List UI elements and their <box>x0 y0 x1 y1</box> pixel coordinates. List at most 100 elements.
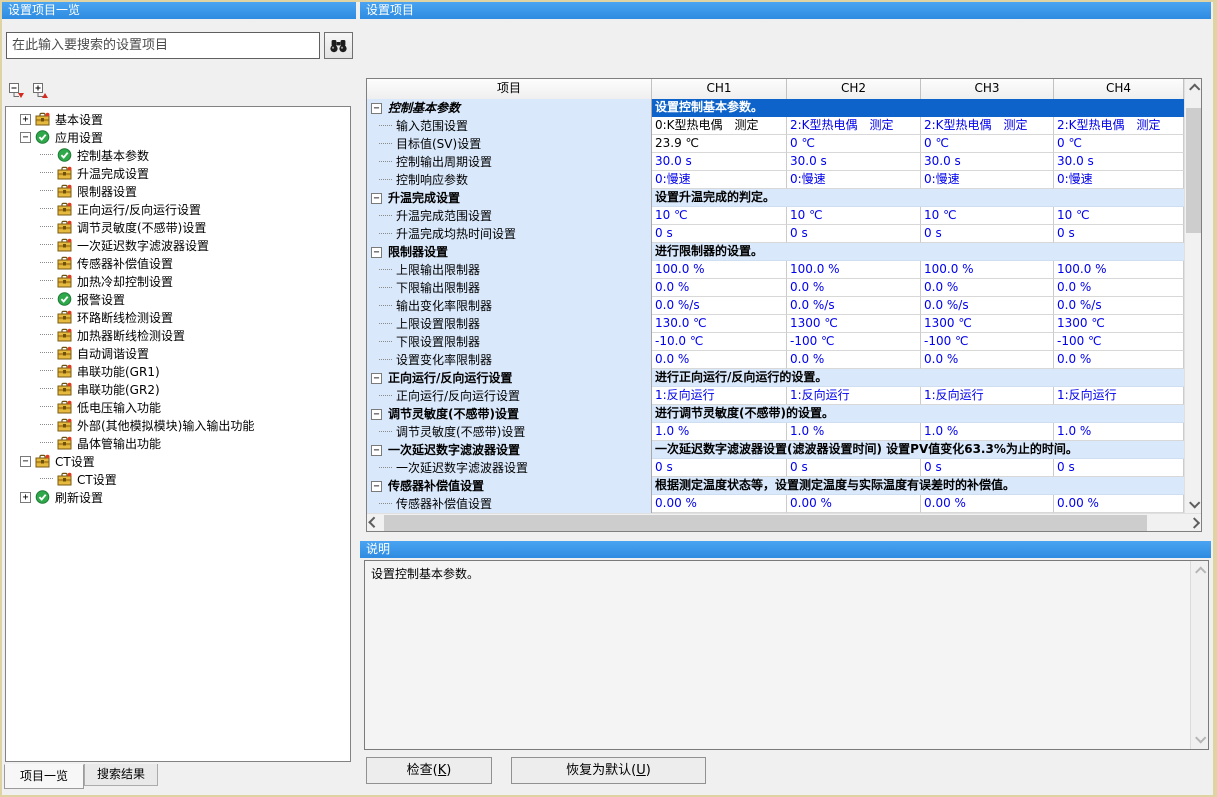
expander-icon[interactable]: − <box>20 456 31 467</box>
tree-item[interactable]: 一次延迟数字滤波器设置 <box>40 236 350 254</box>
value-cell-ch4[interactable]: 0:慢速 <box>1054 171 1184 189</box>
collapse-icon[interactable]: − <box>371 373 382 384</box>
item-label-cell[interactable]: 升温完成均热时间设置 <box>367 225 652 243</box>
value-cell-ch3[interactable]: 0.0 % <box>921 279 1054 297</box>
collapse-icon[interactable]: − <box>371 103 382 114</box>
tree-item[interactable]: +基本设置 <box>20 110 350 128</box>
value-cell-ch4[interactable]: 0 s <box>1054 225 1184 243</box>
value-cell-ch3[interactable]: 1300 ℃ <box>921 315 1054 333</box>
value-cell-ch3[interactable]: 0.0 %/s <box>921 297 1054 315</box>
column-header-ch1[interactable]: CH1 <box>652 79 787 99</box>
tree-item[interactable]: 报警设置 <box>40 290 350 308</box>
value-cell-ch3[interactable]: 10 ℃ <box>921 207 1054 225</box>
tree-item[interactable]: 调节灵敏度(不感带)设置 <box>40 218 350 236</box>
tree-item[interactable]: 环路断线检测设置 <box>40 308 350 326</box>
tree-item[interactable]: 外部(其他模拟模块)输入输出功能 <box>40 416 350 434</box>
group-description-cell[interactable]: 设置升温完成的判定。 <box>652 189 1184 207</box>
expand-all-button[interactable] <box>31 82 53 100</box>
value-cell-ch1[interactable]: 0.0 %/s <box>652 297 787 315</box>
value-cell-ch2[interactable]: 0.0 % <box>787 351 921 369</box>
collapse-icon[interactable]: − <box>371 193 382 204</box>
value-cell-ch3[interactable]: 1:反向运行 <box>921 387 1054 405</box>
expander-icon[interactable]: + <box>20 492 31 503</box>
table-horizontal-scrollbar[interactable] <box>367 513 1201 532</box>
tree-item[interactable]: 加热器断线检测设置 <box>40 326 350 344</box>
value-cell-ch2[interactable]: 0.0 %/s <box>787 297 921 315</box>
description-scroll-down[interactable] <box>1191 732 1208 748</box>
item-label-cell[interactable]: 传感器补偿值设置 <box>367 495 652 513</box>
column-header-ch4[interactable]: CH4 <box>1054 79 1184 99</box>
value-cell-ch1[interactable]: 130.0 ℃ <box>652 315 787 333</box>
scroll-down-arrow[interactable] <box>1185 497 1202 513</box>
value-cell-ch1[interactable]: 10 ℃ <box>652 207 787 225</box>
value-cell-ch4[interactable]: 0.0 % <box>1054 351 1184 369</box>
value-cell-ch4[interactable]: 0 s <box>1054 459 1184 477</box>
value-cell-ch1[interactable]: 100.0 % <box>652 261 787 279</box>
tree-item[interactable]: 控制基本参数 <box>40 146 350 164</box>
value-cell-ch3[interactable]: 30.0 s <box>921 153 1054 171</box>
item-label-cell[interactable]: 控制响应参数 <box>367 171 652 189</box>
group-label-cell[interactable]: −传感器补偿值设置 <box>367 477 652 495</box>
item-label-cell[interactable]: 一次延迟数字滤波器设置 <box>367 459 652 477</box>
value-cell-ch4[interactable]: 0.0 % <box>1054 279 1184 297</box>
item-label-cell[interactable]: 正向运行/反向运行设置 <box>367 387 652 405</box>
group-label-cell[interactable]: −升温完成设置 <box>367 189 652 207</box>
item-label-cell[interactable]: 下限设置限制器 <box>367 333 652 351</box>
value-cell-ch2[interactable]: 1300 ℃ <box>787 315 921 333</box>
group-description-cell[interactable]: 进行调节灵敏度(不感带)的设置。 <box>652 405 1184 423</box>
group-description-cell[interactable]: 进行限制器的设置。 <box>652 243 1184 261</box>
value-cell-ch4[interactable]: -100 ℃ <box>1054 333 1184 351</box>
table-vertical-scrollbar[interactable] <box>1184 79 1202 513</box>
item-label-cell[interactable]: 下限输出限制器 <box>367 279 652 297</box>
value-cell-ch3[interactable]: 0:慢速 <box>921 171 1054 189</box>
item-label-cell[interactable]: 上限设置限制器 <box>367 315 652 333</box>
scroll-right-arrow[interactable] <box>1184 515 1201 531</box>
value-cell-ch3[interactable]: 0.0 % <box>921 351 1054 369</box>
value-cell-ch2[interactable]: 0.0 % <box>787 279 921 297</box>
value-cell-ch1[interactable]: 23.9 ℃ <box>652 135 787 153</box>
value-cell-ch1[interactable]: 1:反向运行 <box>652 387 787 405</box>
value-cell-ch1[interactable]: 0:慢速 <box>652 171 787 189</box>
group-label-cell[interactable]: −调节灵敏度(不感带)设置 <box>367 405 652 423</box>
value-cell-ch2[interactable]: 1:反向运行 <box>787 387 921 405</box>
value-cell-ch2[interactable]: 0 s <box>787 459 921 477</box>
restore-default-button[interactable]: 恢复为默认(U) <box>511 757 706 784</box>
tree-item[interactable]: 晶体管输出功能 <box>40 434 350 452</box>
value-cell-ch2[interactable]: 1.0 % <box>787 423 921 441</box>
value-cell-ch1[interactable]: -10.0 ℃ <box>652 333 787 351</box>
value-cell-ch2[interactable]: 10 ℃ <box>787 207 921 225</box>
check-button[interactable]: 检查(K) <box>366 757 492 784</box>
tab-search-results[interactable]: 搜索结果 <box>84 764 158 786</box>
tree-item[interactable]: −应用设置 <box>20 128 350 146</box>
search-input[interactable] <box>6 32 320 59</box>
value-cell-ch2[interactable]: 100.0 % <box>787 261 921 279</box>
column-header-ch3[interactable]: CH3 <box>921 79 1054 99</box>
expander-icon[interactable]: + <box>20 114 31 125</box>
collapse-icon[interactable]: − <box>371 247 382 258</box>
group-description-cell[interactable]: 设置控制基本参数。 <box>652 99 1184 117</box>
tree-item[interactable]: 低电压输入功能 <box>40 398 350 416</box>
value-cell-ch4[interactable]: 0 ℃ <box>1054 135 1184 153</box>
value-cell-ch1[interactable]: 0:K型热电偶 测定 <box>652 117 787 135</box>
value-cell-ch4[interactable]: 1300 ℃ <box>1054 315 1184 333</box>
item-label-cell[interactable]: 调节灵敏度(不感带)设置 <box>367 423 652 441</box>
item-label-cell[interactable]: 设置变化率限制器 <box>367 351 652 369</box>
description-scrollbar[interactable] <box>1190 561 1208 749</box>
value-cell-ch3[interactable]: 0 ℃ <box>921 135 1054 153</box>
value-cell-ch4[interactable]: 100.0 % <box>1054 261 1184 279</box>
value-cell-ch2[interactable]: 0 ℃ <box>787 135 921 153</box>
expander-icon[interactable]: − <box>20 132 31 143</box>
group-description-cell[interactable]: 一次延迟数字滤波器设置(滤波器设置时间) 设置PV值变化63.3%为止的时间。 <box>652 441 1184 459</box>
group-label-cell[interactable]: −控制基本参数 <box>367 99 652 117</box>
tree-item[interactable]: 限制器设置 <box>40 182 350 200</box>
collapse-icon[interactable]: − <box>371 445 382 456</box>
value-cell-ch3[interactable]: -100 ℃ <box>921 333 1054 351</box>
collapse-icon[interactable]: − <box>371 409 382 420</box>
group-description-cell[interactable]: 根据测定温度状态等，设置测定温度与实际温度有误差时的补偿值。 <box>652 477 1184 495</box>
value-cell-ch4[interactable]: 1.0 % <box>1054 423 1184 441</box>
column-header-item[interactable]: 项目 <box>367 79 652 99</box>
description-scroll-up[interactable] <box>1191 562 1208 578</box>
value-cell-ch4[interactable]: 1:反向运行 <box>1054 387 1184 405</box>
group-label-cell[interactable]: −限制器设置 <box>367 243 652 261</box>
item-label-cell[interactable]: 上限输出限制器 <box>367 261 652 279</box>
